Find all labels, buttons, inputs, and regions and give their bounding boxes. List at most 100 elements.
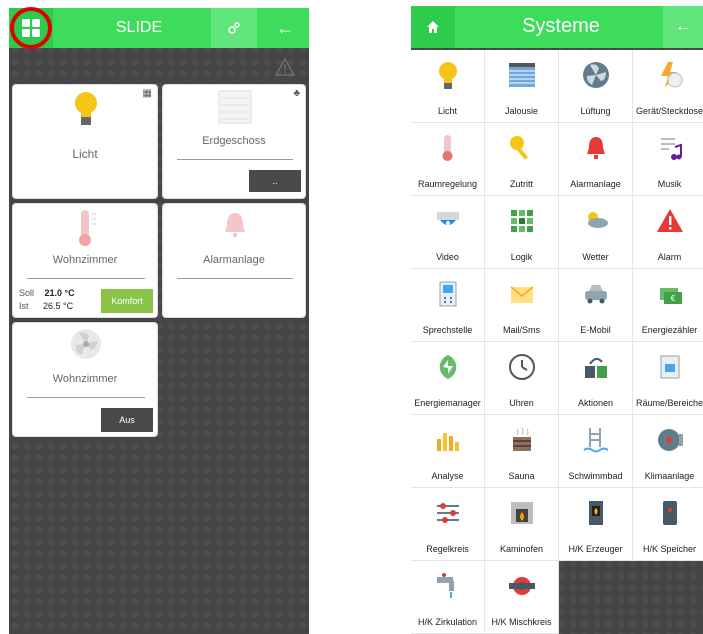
actual-row: Ist 26.5 °C <box>19 301 73 311</box>
fan-icon <box>71 329 101 359</box>
screen: SLIDE ← ▦ Licht ♣ Erdgeschoss .. Wohnzim… <box>0 0 703 634</box>
system-tile-e-mobil[interactable]: E-Mobil <box>559 269 633 342</box>
system-tile-musik[interactable]: Musik <box>633 123 703 196</box>
camera-icon <box>411 206 484 236</box>
card-alarmanlage[interactable]: Alarmanlage <box>162 203 306 318</box>
warning-icon[interactable] <box>275 58 295 76</box>
pool-icon <box>559 425 632 455</box>
blinds-icon <box>218 90 252 124</box>
divider <box>177 278 293 279</box>
home-button[interactable] <box>411 6 455 48</box>
system-tile-raumregelung[interactable]: Raumregelung <box>411 123 485 196</box>
back-button[interactable]: ← <box>663 6 703 48</box>
soll-label: Soll <box>19 288 35 298</box>
sauna-icon <box>485 425 558 455</box>
system-tile-regelkreis[interactable]: Regelkreis <box>411 488 485 561</box>
tile-label: Aktionen <box>577 398 614 408</box>
system-tile-wetter[interactable]: Wetter <box>559 196 633 269</box>
system-tile-analyse[interactable]: Analyse <box>411 415 485 488</box>
tile-label: Alarm <box>657 252 682 262</box>
system-tile-räume-bereiche[interactable]: Räume/Bereiche <box>633 342 703 415</box>
rooms-icon <box>633 352 703 382</box>
tile-label: Energiemanager <box>414 398 481 408</box>
header-bar: SLIDE ← <box>9 8 309 48</box>
heater-icon <box>559 498 632 528</box>
system-tile-h-k-speicher[interactable]: H/K Speicher <box>633 488 703 561</box>
card-label: Wohnzimmer <box>52 254 118 266</box>
card-erdgeschoss[interactable]: ♣ Erdgeschoss .. <box>162 84 306 199</box>
weather-icon <box>559 206 632 236</box>
tile-label: H/K Erzeuger <box>568 544 623 554</box>
tile-label: Sauna <box>508 471 535 481</box>
highlight-circle <box>10 7 52 49</box>
system-tile-h-k-mischkreis[interactable]: H/K Mischkreis <box>485 561 559 634</box>
card-label: Wohnzimmer <box>52 373 118 385</box>
key-icon <box>485 133 558 163</box>
tile-label: E-Mobil <box>580 325 611 335</box>
system-tile-aktionen[interactable]: Aktionen <box>559 342 633 415</box>
grid-small-icon: ▦ <box>142 88 152 99</box>
divider <box>27 278 145 279</box>
alarm-icon <box>225 213 245 237</box>
system-tile-licht[interactable]: Licht <box>411 50 485 123</box>
leaf-icon <box>411 352 484 382</box>
fireplace-icon <box>485 498 558 528</box>
plug-icon <box>633 60 703 90</box>
system-tile-logik[interactable]: Logik <box>485 196 559 269</box>
system-tile-video[interactable]: Video <box>411 196 485 269</box>
mode-button[interactable]: Komfort <box>101 289 153 313</box>
card-label: Alarmanlage <box>203 254 265 266</box>
tile-label: Energiezähler <box>641 325 698 335</box>
tile-label: Mail/Sms <box>502 325 540 335</box>
tank-icon <box>633 498 703 528</box>
system-tile-alarmanlage[interactable]: Alarmanlage <box>559 123 633 196</box>
system-tile-klimaanlage[interactable]: Klimaanlage <box>633 415 703 488</box>
tile-label: Gerät/Steckdose <box>635 106 703 116</box>
tap-icon <box>411 571 484 601</box>
card-wohnzimmer-climate[interactable]: Wohnzimmer Soll 21.0 °C Ist 26.5 °C Komf… <box>12 203 158 318</box>
tile-label: H/K Zirkulation <box>417 617 478 627</box>
card-wohnzimmer-fan[interactable]: Wohnzimmer Aus <box>12 322 158 437</box>
tile-label: Sprechstelle <box>422 325 473 335</box>
system-tile-uhren[interactable]: Uhren <box>485 342 559 415</box>
tile-label: Räume/Bereiche <box>635 398 703 408</box>
system-tile-energiezähler[interactable]: € Energiezähler <box>633 269 703 342</box>
tile-label: Schwimmbad <box>568 471 623 481</box>
action-button[interactable]: .. <box>249 170 301 192</box>
system-tile-zutritt[interactable]: Zutritt <box>485 123 559 196</box>
page-title: Systeme <box>522 15 600 37</box>
ist-value: 26.5 °C <box>43 301 74 311</box>
system-tile-kaminofen[interactable]: Kaminofen <box>485 488 559 561</box>
alarm-icon <box>559 133 632 163</box>
system-tile-energiemanager[interactable]: Energiemanager <box>411 342 485 415</box>
svg-text:€: € <box>670 294 675 303</box>
money-icon: € <box>633 279 703 309</box>
system-tile-jalousie[interactable]: Jalousie <box>485 50 559 123</box>
state-button[interactable]: Aus <box>101 408 153 432</box>
system-tile-h-k-erzeuger[interactable]: H/K Erzeuger <box>559 488 633 561</box>
system-tile-alarm[interactable]: Alarm <box>633 196 703 269</box>
system-tile-h-k-zirkulation[interactable]: H/K Zirkulation <box>411 561 485 634</box>
arrow-left-icon: ← <box>675 18 691 35</box>
card-label: Erdgeschoss <box>202 135 266 147</box>
back-button[interactable]: ← <box>261 8 309 48</box>
card-label: Licht <box>72 147 98 161</box>
bulb-icon <box>411 60 484 90</box>
system-tile-lüftung[interactable]: Lüftung <box>559 50 633 123</box>
divider <box>177 159 293 160</box>
system-tile-mail-sms[interactable]: Mail/Sms <box>485 269 559 342</box>
setpoint-row: Soll 21.0 °C <box>19 288 75 298</box>
system-tile-gerät-steckdose[interactable]: Gerät/Steckdose <box>633 50 703 123</box>
tile-label: H/K Speicher <box>642 544 697 554</box>
system-tile-schwimmbad[interactable]: Schwimmbad <box>559 415 633 488</box>
fan-icon <box>559 60 632 90</box>
system-tile-sauna[interactable]: Sauna <box>485 415 559 488</box>
tile-label: Klimaanlage <box>644 471 695 481</box>
actions-icon <box>559 352 632 382</box>
tile-label: Regelkreis <box>426 544 469 554</box>
card-licht[interactable]: ▦ Licht <box>12 84 158 199</box>
tools-button[interactable] <box>211 8 257 48</box>
thermometer-icon <box>79 210 96 246</box>
system-tile-sprechstelle[interactable]: Sprechstelle <box>411 269 485 342</box>
car-icon <box>559 279 632 309</box>
